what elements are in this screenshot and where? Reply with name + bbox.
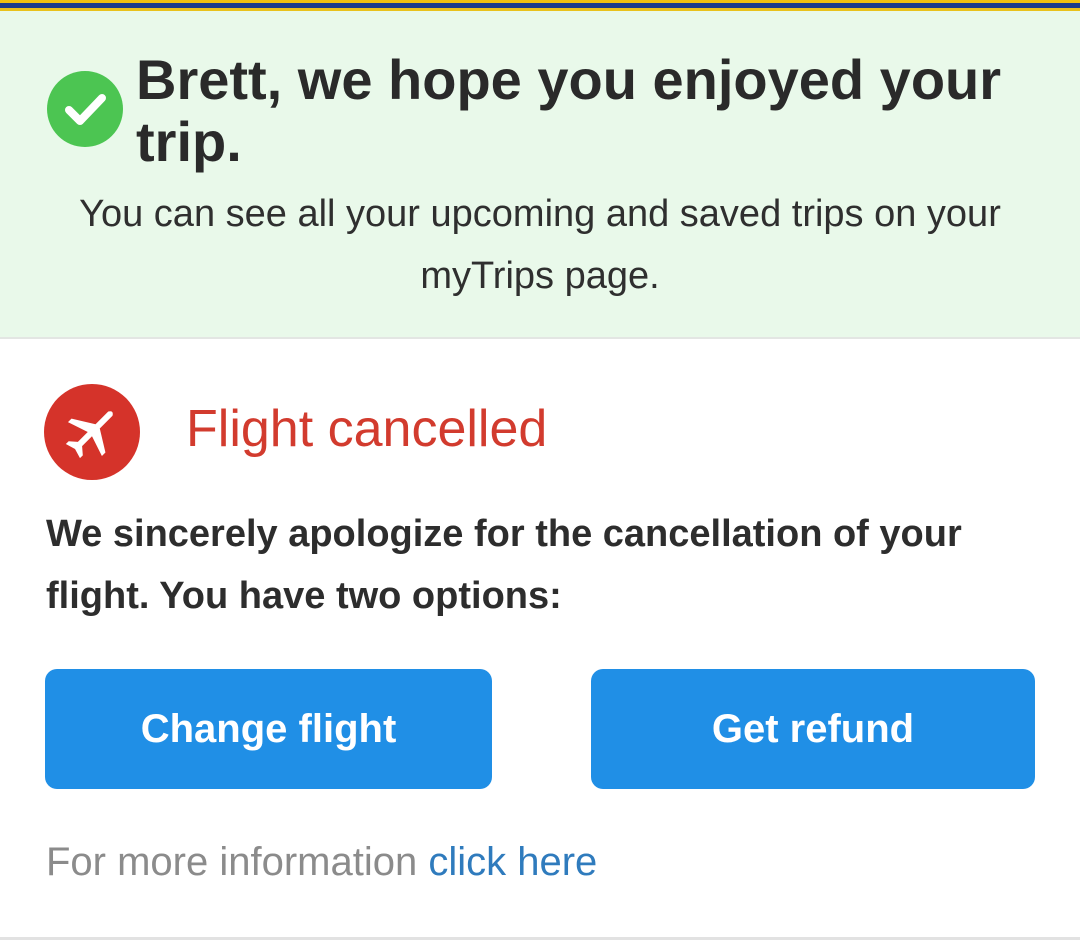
banner-message: You can see all your upcoming and saved … xyxy=(79,193,1001,297)
click-here-link[interactable]: click here xyxy=(428,840,597,884)
bottom-divider xyxy=(0,937,1080,940)
change-flight-button[interactable]: Change flight xyxy=(45,669,492,789)
banner-title: Brett, we hope you enjoyed your trip. xyxy=(136,48,1002,173)
flight-cancelled-title: Flight cancelled xyxy=(186,400,548,458)
airplane-icon xyxy=(44,384,140,480)
cancellation-section: Flight cancelled We sincerely apologize … xyxy=(0,339,1080,939)
get-refund-button[interactable]: Get refund xyxy=(591,669,1035,789)
trip-success-banner: Brett, we hope you enjoyed your trip. Yo… xyxy=(0,11,1080,339)
check-circle-icon xyxy=(47,71,123,147)
apology-message: We sincerely apologize for the cancellat… xyxy=(46,513,962,617)
more-info-text: For more information click here xyxy=(46,835,597,889)
top-accent-stripe xyxy=(0,0,1080,11)
more-info-prefix: For more information xyxy=(46,840,418,884)
